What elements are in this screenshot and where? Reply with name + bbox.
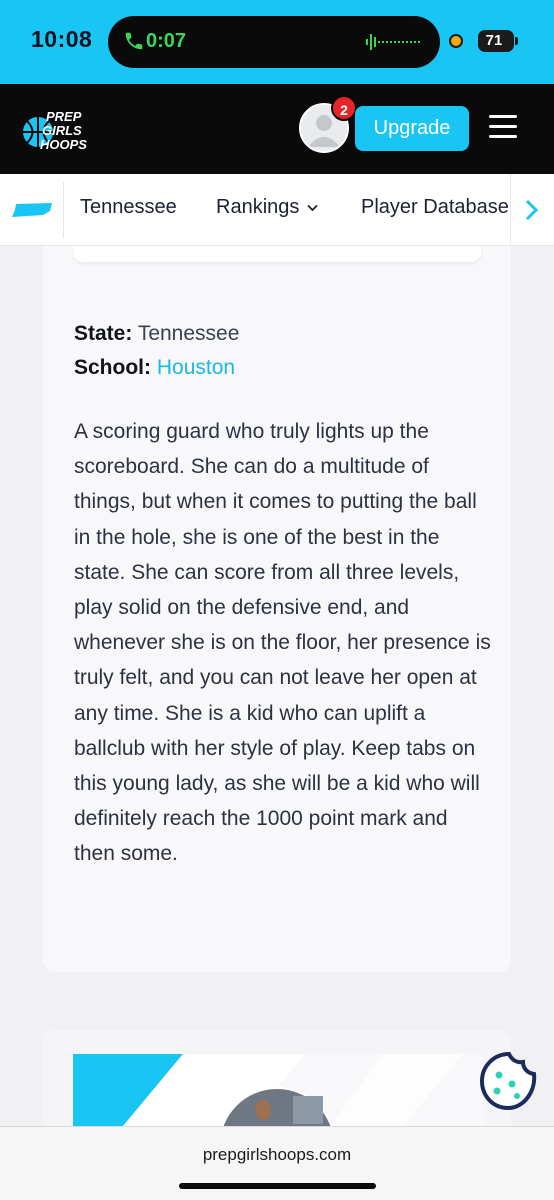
browser-address-bar: prepgirlshoops.com [0, 1126, 554, 1200]
active-call-pill[interactable]: 0:07 [108, 16, 440, 68]
sub-navigation: Tennessee Rankings Player Database [0, 174, 554, 246]
call-duration: 0:07 [146, 30, 187, 52]
nav-item-rankings-label: Rankings [216, 196, 300, 218]
logo-text-line-3: HOOPS [40, 137, 87, 152]
site-header: PREP GIRLS HOOPS 2 Upgrade [0, 84, 554, 174]
notification-badge[interactable]: 2 [331, 95, 357, 121]
stats-card-edge [73, 246, 481, 262]
school-label: School: [74, 356, 151, 379]
player-profile-card: State: Tennessee School: Houston A scori… [43, 246, 511, 972]
privacy-indicator-icon [449, 34, 463, 48]
upgrade-button[interactable]: Upgrade [355, 106, 469, 151]
school-link[interactable]: Houston [157, 356, 235, 379]
battery-cap [515, 37, 518, 45]
chevron-down-icon [307, 204, 319, 211]
nav-item-tennessee[interactable]: Tennessee [80, 196, 177, 219]
state-line: State: Tennessee [74, 322, 239, 346]
url-text[interactable]: prepgirlshoops.com [0, 1145, 554, 1165]
state-label: State: [74, 322, 133, 345]
status-bar: 10:08 0:07 71 [0, 0, 554, 84]
logo[interactable]: PREP GIRLS HOOPS [18, 102, 110, 158]
cookie-settings-icon[interactable] [479, 1051, 539, 1111]
tennessee-shape-icon[interactable] [12, 202, 52, 218]
status-time: 10:08 [31, 26, 93, 52]
logo-text-line-2: GIRLS [42, 123, 82, 138]
player-bio: A scoring guard who truly lights up the … [74, 420, 491, 866]
logo-text-line-1: PREP [46, 109, 82, 124]
nav-item-player-database[interactable]: Player Database [361, 196, 509, 219]
state-value: Tennessee [137, 322, 240, 345]
menu-icon[interactable] [489, 115, 517, 139]
chevron-right-icon [525, 199, 539, 221]
school-line: School: Houston [74, 356, 235, 380]
battery-level: 71 [485, 32, 503, 49]
phone-icon [125, 32, 143, 50]
home-indicator[interactable] [179, 1183, 376, 1189]
waveform-icon [366, 34, 420, 50]
nav-divider [63, 182, 64, 238]
nav-item-rankings[interactable]: Rankings [216, 196, 319, 219]
battery-icon: 71 [478, 30, 514, 52]
nav-scroll-next-button[interactable] [510, 174, 554, 245]
